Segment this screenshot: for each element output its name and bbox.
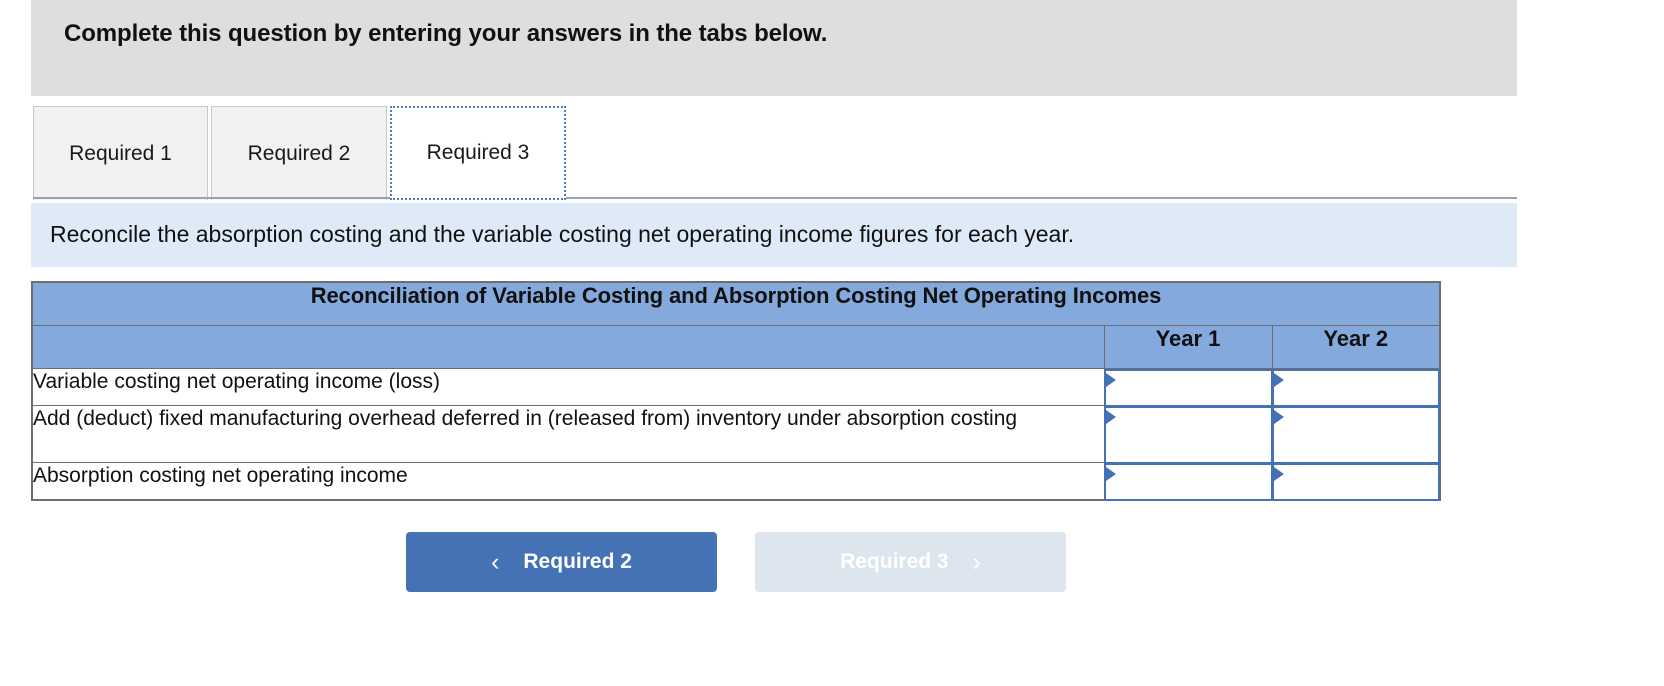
table-title: Reconciliation of Variable Costing and A… xyxy=(31,281,1441,326)
input-box[interactable] xyxy=(1103,406,1273,464)
next-required-3-button[interactable]: Required 3 › xyxy=(755,532,1066,592)
cell-triangle-icon xyxy=(1273,373,1284,387)
tab-required-2[interactable]: Required 2 xyxy=(211,106,387,200)
tab-required-1-label: Required 1 xyxy=(69,141,172,165)
tab-required-2-label: Required 2 xyxy=(247,141,351,165)
input-box[interactable] xyxy=(1103,463,1273,501)
table-title-row: Reconciliation of Variable Costing and A… xyxy=(31,281,1441,326)
input-absorption-costing-noi-year-2[interactable] xyxy=(1285,465,1435,499)
input-box[interactable] xyxy=(1103,369,1273,407)
input-box[interactable] xyxy=(1271,406,1440,464)
input-variable-costing-noi-year-1[interactable] xyxy=(1117,371,1268,405)
question-panel: Complete this question by entering your … xyxy=(0,0,1664,686)
tab-list: Required 1 Required 2 Required 3 xyxy=(33,104,566,200)
tab-required-1[interactable]: Required 1 xyxy=(33,106,208,200)
requirement-prompt-text: Reconcile the absorption costing and the… xyxy=(50,221,1075,247)
tab-strip: Required 1 Required 2 Required 3 xyxy=(0,96,1517,202)
table-header-row: Year 1 Year 2 xyxy=(31,325,1441,369)
cell-fixed-moh-deferred-year-1[interactable] xyxy=(1103,405,1273,464)
chevron-right-icon: › xyxy=(972,547,981,576)
row-label-absorption-costing-noi: Absorption costing net operating income xyxy=(31,462,1105,501)
prev-required-2-button[interactable]: ‹ Required 2 xyxy=(406,532,717,592)
input-variable-costing-noi-year-2[interactable] xyxy=(1285,371,1435,405)
cell-triangle-icon xyxy=(1105,410,1116,424)
prev-required-2-label: Required 2 xyxy=(523,550,632,573)
column-header-year-2: Year 2 xyxy=(1271,325,1441,369)
instruction-banner: Complete this question by entering your … xyxy=(31,0,1517,96)
cell-triangle-icon xyxy=(1273,410,1284,424)
tab-required-3[interactable]: Required 3 xyxy=(390,106,566,200)
requirement-prompt: Reconcile the absorption costing and the… xyxy=(31,203,1517,267)
row-label-fixed-moh-deferred: Add (deduct) fixed manufacturing overhea… xyxy=(31,405,1105,463)
cell-absorption-costing-noi-year-1[interactable] xyxy=(1103,462,1273,501)
reconciliation-table-wrap: Reconciliation of Variable Costing and A… xyxy=(31,281,1441,501)
chevron-left-icon: ‹ xyxy=(491,547,500,576)
tab-strip-underline xyxy=(33,197,1517,199)
cell-variable-costing-noi-year-1[interactable] xyxy=(1103,368,1273,407)
instruction-banner-text: Complete this question by entering your … xyxy=(64,20,828,47)
next-required-3-label: Required 3 xyxy=(840,550,949,573)
table-row: Variable costing net operating income (l… xyxy=(31,368,1441,407)
table-row: Add (deduct) fixed manufacturing overhea… xyxy=(31,405,1441,464)
cell-absorption-costing-noi-year-2[interactable] xyxy=(1271,462,1441,501)
cell-triangle-icon xyxy=(1105,373,1116,387)
column-header-year-1: Year 1 xyxy=(1103,325,1273,369)
cell-triangle-icon xyxy=(1273,467,1284,481)
input-fixed-moh-deferred-year-1[interactable] xyxy=(1117,408,1268,462)
input-fixed-moh-deferred-year-2[interactable] xyxy=(1285,408,1435,462)
row-label-variable-costing-noi: Variable costing net operating income (l… xyxy=(31,368,1105,406)
input-box[interactable] xyxy=(1271,463,1440,501)
navigation-bar: ‹ Required 2 Required 3 › xyxy=(31,532,1441,592)
input-absorption-costing-noi-year-1[interactable] xyxy=(1117,465,1268,499)
table-row: Absorption costing net operating income xyxy=(31,462,1441,501)
tab-required-3-label: Required 3 xyxy=(426,141,530,164)
input-box[interactable] xyxy=(1271,369,1440,407)
reconciliation-table: Reconciliation of Variable Costing and A… xyxy=(31,281,1441,501)
cell-triangle-icon xyxy=(1105,467,1116,481)
column-header-blank xyxy=(31,325,1105,369)
cell-fixed-moh-deferred-year-2[interactable] xyxy=(1271,405,1441,464)
cell-variable-costing-noi-year-2[interactable] xyxy=(1271,368,1441,407)
